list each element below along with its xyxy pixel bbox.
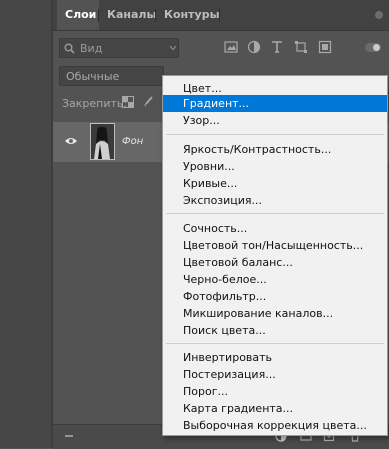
menu-item-selective-color[interactable]: Выборочная коррекция цвета... (163, 417, 387, 434)
left-dock (0, 0, 51, 448)
filter-pixel-icon[interactable] (224, 40, 238, 54)
menu-item-pattern[interactable]: Узор... (163, 112, 387, 129)
menu-item-exposure[interactable]: Экспозиция... (163, 192, 387, 209)
menu-item-color-lookup[interactable]: Поиск цвета... (163, 322, 387, 339)
lock-label: Закрепить: (62, 97, 128, 110)
tab-paths[interactable]: Контуры (156, 0, 220, 30)
menu-item-hue-saturation[interactable]: Цветовой тон/Насыщенность... (163, 237, 387, 254)
layer-thumbnail (90, 123, 115, 160)
link-layers-icon[interactable] (63, 430, 75, 442)
tab-layers[interactable]: Слои (57, 0, 99, 30)
search-icon (64, 43, 75, 54)
panel-menu-icon[interactable] (372, 8, 386, 22)
filter-smart-object-icon[interactable] (318, 40, 332, 54)
menu-item-vibrance[interactable]: Сочность... (163, 220, 387, 237)
menu-item-levels[interactable]: Уровни... (163, 158, 387, 175)
lock-image-pixels-brush-icon[interactable] (142, 96, 154, 108)
filter-kind-select[interactable] (59, 38, 179, 58)
menu-item-curves[interactable]: Кривые... (163, 175, 387, 192)
menu-separator (166, 134, 384, 135)
panel-tab-bar: Слои Каналы Контуры (53, 0, 389, 31)
layer-name[interactable]: Фон (122, 136, 143, 147)
menu-item-color-balance[interactable]: Цветовой баланс... (163, 254, 387, 271)
tab-paths-label: Контуры (164, 8, 220, 21)
tab-layers-label: Слои (65, 8, 97, 21)
menu-separator (166, 213, 384, 214)
filter-toggle-switch[interactable] (365, 43, 381, 52)
menu-item-threshold[interactable]: Порог... (163, 383, 387, 400)
tab-channels[interactable]: Каналы (99, 0, 156, 30)
lock-transparent-pixels-icon[interactable] (122, 96, 134, 108)
menu-item-posterize[interactable]: Постеризация... (163, 366, 387, 383)
menu-item-gradient-map[interactable]: Карта градиента... (163, 400, 387, 417)
eye-visibility-icon[interactable] (64, 136, 78, 146)
menu-item-brightness-contrast[interactable]: Яркость/Контрастность... (163, 141, 387, 158)
chevron-down-icon (169, 45, 177, 51)
menu-item-black-white[interactable]: Черно-белое... (163, 271, 387, 288)
menu-separator (166, 343, 384, 344)
filter-shape-icon[interactable] (294, 40, 308, 54)
filter-adjustment-icon[interactable] (247, 40, 261, 54)
menu-item-photo-filter[interactable]: Фотофильтр... (163, 288, 387, 305)
layer-thumbnail-image (91, 124, 114, 159)
filter-type-icon[interactable] (270, 40, 284, 54)
tab-channels-label: Каналы (107, 8, 157, 21)
menu-item-invert[interactable]: Инвертировать (163, 349, 387, 366)
menu-item-gradient[interactable]: Градиент... (163, 95, 387, 112)
menu-item-channel-mixer[interactable]: Микширование каналов... (163, 305, 387, 322)
blend-mode-value: Обычные (66, 70, 120, 83)
filter-kind-label: Вид (80, 42, 103, 55)
